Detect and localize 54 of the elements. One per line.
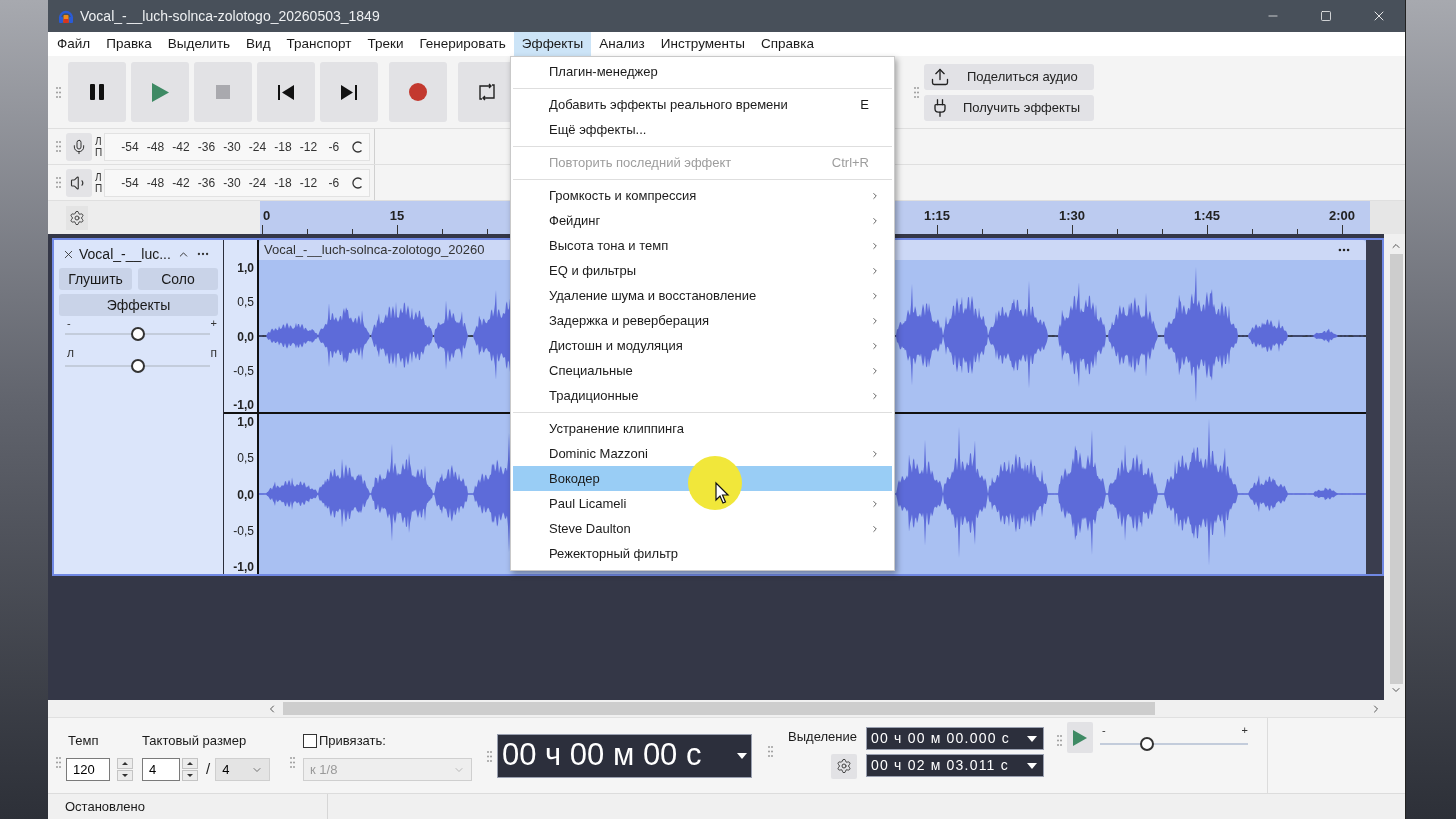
- scale-label: -1,0: [233, 560, 254, 574]
- meter-scale-label: -6: [327, 138, 341, 156]
- slider-max-label: п: [210, 347, 217, 360]
- slider-max-label: +: [1241, 724, 1248, 736]
- channel-label: П: [95, 182, 103, 194]
- ruler-label: 1:45: [1194, 207, 1220, 225]
- meter-scale-label: -42: [171, 174, 191, 192]
- selection-label: Выделение: [788, 728, 857, 746]
- meter-scale-label: -54: [120, 174, 140, 192]
- meter-scale-label: -12: [298, 174, 319, 192]
- snap-label: Привязать:: [319, 731, 386, 750]
- meter-scale-label: -30: [222, 174, 242, 192]
- ruler-label: 1:30: [1059, 207, 1085, 225]
- meter-scale-label: -12: [298, 138, 319, 156]
- meter-scale-label: -6: [327, 174, 341, 192]
- meter-scale-label: -36: [196, 138, 217, 156]
- channel-label: Л: [95, 171, 103, 183]
- scale-label: 1,0: [237, 415, 254, 429]
- channel-label: П: [95, 146, 103, 158]
- slider-min-label: -: [67, 317, 71, 329]
- menu-shortcut: E: [860, 95, 869, 114]
- scale-label: 0,5: [237, 451, 254, 466]
- scale-label: 0,5: [237, 295, 254, 310]
- ruler-label: 0: [263, 207, 271, 225]
- scale-label: 0,0: [237, 329, 254, 344]
- menu-shortcut: Ctrl+R: [831, 153, 869, 172]
- meter-scale-label: -42: [171, 138, 191, 156]
- meter-scale-label: -48: [145, 138, 166, 156]
- time-signature-label: Тактовый размер: [142, 731, 247, 750]
- scale-label: 1,0: [237, 261, 254, 275]
- meter-scale-label: -24: [247, 174, 268, 192]
- slider-min-label: л: [67, 347, 74, 360]
- meter-scale-label: -36: [196, 174, 217, 192]
- status-text: Остановлено: [48, 794, 328, 819]
- slider-max-label: +: [210, 317, 217, 329]
- scale-label: -0,5: [233, 363, 254, 378]
- ruler-label: 2:00: [1329, 207, 1355, 225]
- time-signature-separator: /: [206, 759, 211, 780]
- meter-scale-label: -54: [120, 138, 140, 156]
- meter-scale-label: -18: [273, 174, 293, 192]
- tempo-label: Темп: [67, 731, 100, 750]
- clip-title: Vocal_-__luch-solnca-zolotogo_20260: [264, 241, 485, 260]
- meter-scale-label: -48: [145, 174, 166, 192]
- ruler-label: 15: [389, 207, 405, 225]
- slider-min-label: -: [1102, 724, 1106, 736]
- scale-label: -0,5: [233, 523, 254, 538]
- meter-scale-label: -30: [222, 138, 242, 156]
- meter-scale-label: -24: [247, 138, 268, 156]
- ruler-label: 1:15: [924, 207, 950, 225]
- channel-label: Л: [95, 135, 103, 147]
- scale-label: 0,0: [237, 487, 254, 502]
- scale-label: -1,0: [233, 398, 254, 412]
- meter-scale-label: -18: [273, 138, 293, 156]
- window-title: Vocal_-__luch-solnca-zolotogo_20260503_1849: [80, 6, 380, 26]
